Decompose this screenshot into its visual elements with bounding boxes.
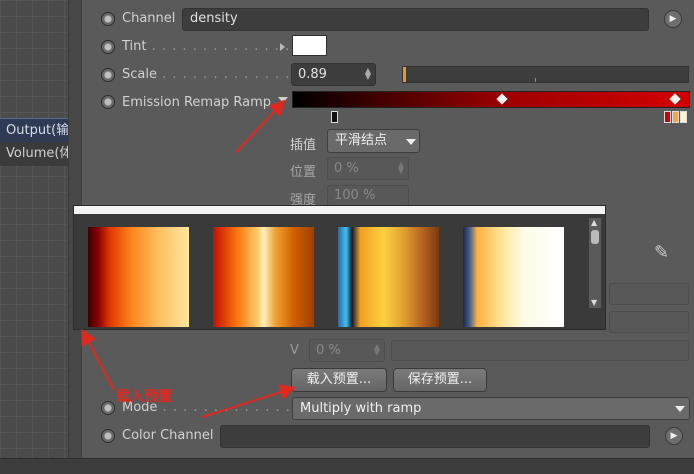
annotation-label: 载入预置: [116, 389, 172, 405]
annotation-arrows: [81, 99, 296, 418]
arrow-to-load-preset: [201, 384, 296, 418]
arrow-to-ramp-options: [235, 99, 286, 153]
arrow-to-preset-popup: [81, 328, 115, 391]
